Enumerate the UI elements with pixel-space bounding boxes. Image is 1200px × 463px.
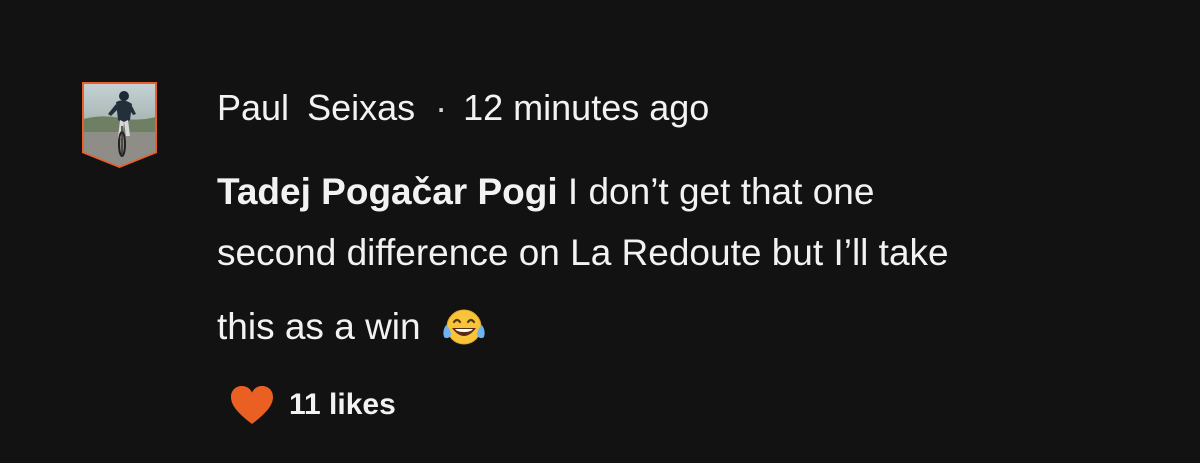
comment-text-part-3: this as a win (217, 306, 421, 347)
comment-text-line-1: Tadej Pogačar Pogi I don’t get that one (217, 166, 874, 218)
author-first-name[interactable]: Paul (217, 87, 289, 129)
mention-link[interactable]: Tadej Pogačar Pogi (217, 171, 558, 212)
comment-text-part-2: second difference on La Redoute but I’ll… (217, 232, 949, 273)
comment: Paul Seixas · 12 minutes ago Tadej Pogač… (0, 0, 1200, 463)
comment-text-part-1: I don’t get that one (567, 171, 875, 212)
likes-row: 11 likes (229, 382, 396, 428)
comment-timestamp: 12 minutes ago (463, 87, 710, 128)
avatar[interactable] (80, 80, 159, 170)
comment-text-line-3: this as a win (217, 301, 487, 361)
face-with-tears-of-joy-icon (441, 307, 487, 361)
likes-count[interactable]: 11 likes (289, 388, 396, 422)
separator-dot: · (435, 87, 448, 128)
author-last-name[interactable]: Seixas (307, 87, 415, 129)
heart-icon[interactable] (229, 384, 275, 426)
comment-header: Paul Seixas · 12 minutes ago (217, 83, 709, 133)
avatar-cyclist-image (82, 82, 157, 168)
comment-text-line-2: second difference on La Redoute but I’ll… (217, 227, 949, 279)
